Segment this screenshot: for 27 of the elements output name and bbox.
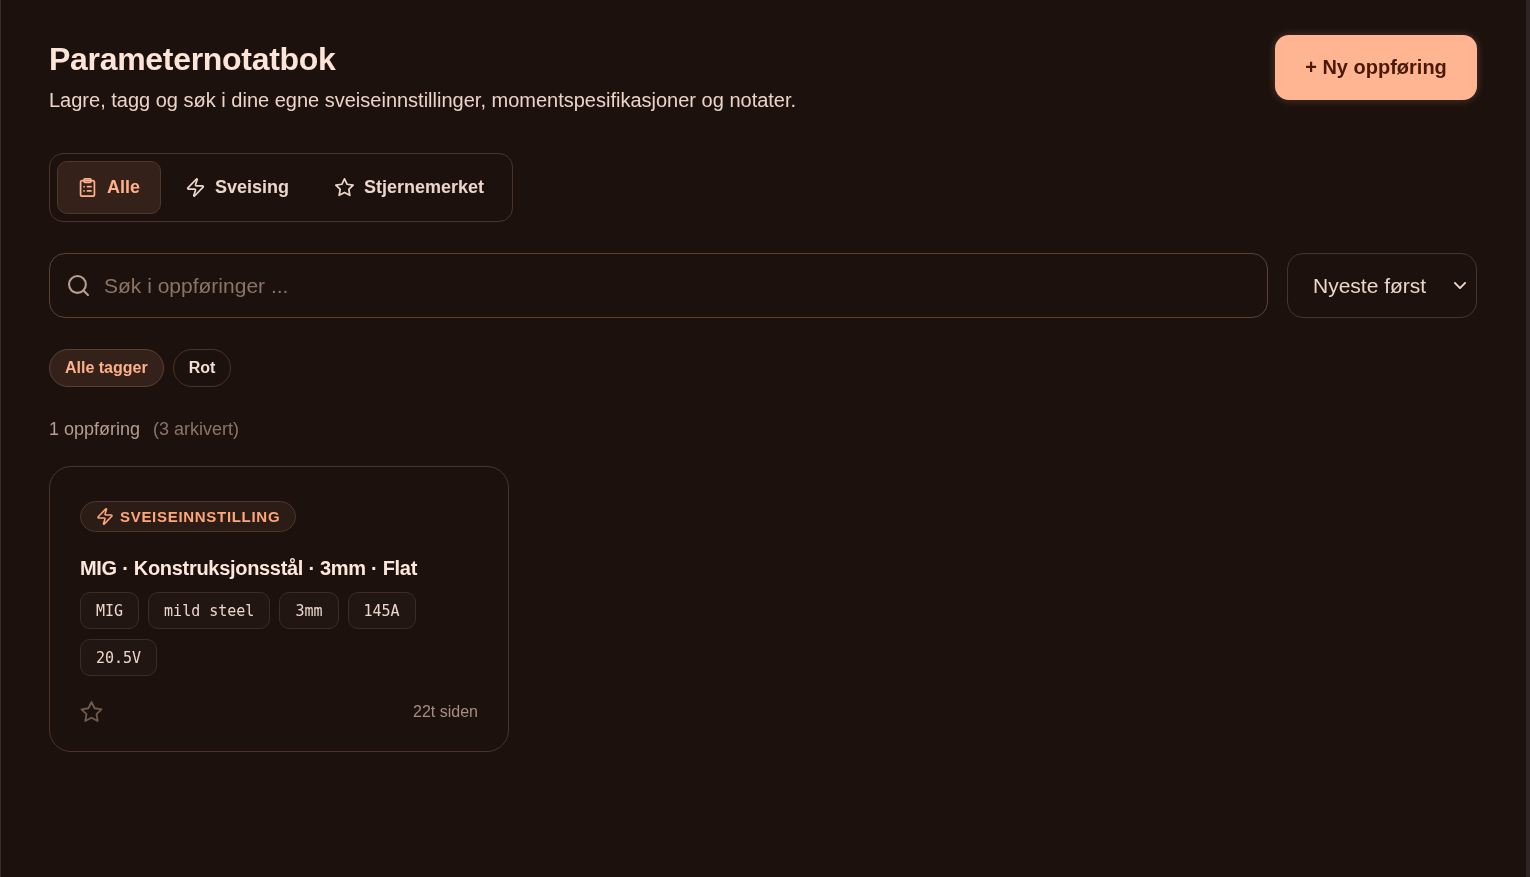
entry-count: 1 oppføring <box>49 418 141 440</box>
sort-dropdown[interactable]: Nyeste først <box>1287 253 1477 318</box>
search-field[interactable]: Søk i oppføringer ... <box>49 253 1268 318</box>
star-icon <box>335 178 355 197</box>
chevron-down-icon <box>1454 282 1466 289</box>
lightning-icon <box>97 508 113 525</box>
lightning-icon <box>186 178 205 197</box>
entry-tag: 145A <box>347 592 416 629</box>
tab[interactable]: Sveising <box>165 161 311 214</box>
new-entry-button[interactable]: + Ny oppføring <box>1275 35 1477 100</box>
tab[interactable]: Stjernemerket <box>314 161 506 214</box>
search-icon <box>68 275 89 296</box>
category-label: SVEISEINNSTILLING <box>120 508 281 525</box>
entry-tag: 20.5V <box>80 639 158 676</box>
archived-count: (3 arkivert) <box>153 418 240 440</box>
entry-title: MIG · Konstruksjonsstål · 3mm · Flat <box>80 556 419 580</box>
star-icon[interactable] <box>80 701 103 723</box>
page-title: Parameternotatbok <box>49 40 337 78</box>
tab[interactable]: Alle <box>57 161 161 214</box>
entry-tag: mild steel <box>148 592 271 629</box>
tag-filter-chip[interactable]: Alle tagger <box>49 349 164 387</box>
page-subtitle: Lagre, tagg og søk i dine egne sveiseinnstillinger, momentspesifikasjoner og notater. <box>49 88 797 112</box>
entry-tag: 3mm <box>279 592 339 629</box>
clipboard-icon <box>78 178 97 197</box>
entry-age: 22t siden <box>413 703 478 721</box>
entry-card[interactable]: SVEISEINNSTILLING MIG · Konstruksjonsstål · 3mm · Flat MIG mild steel 3mm 145A 20.5V 22t siden <box>49 466 509 752</box>
entry-tag: MIG <box>80 592 140 629</box>
